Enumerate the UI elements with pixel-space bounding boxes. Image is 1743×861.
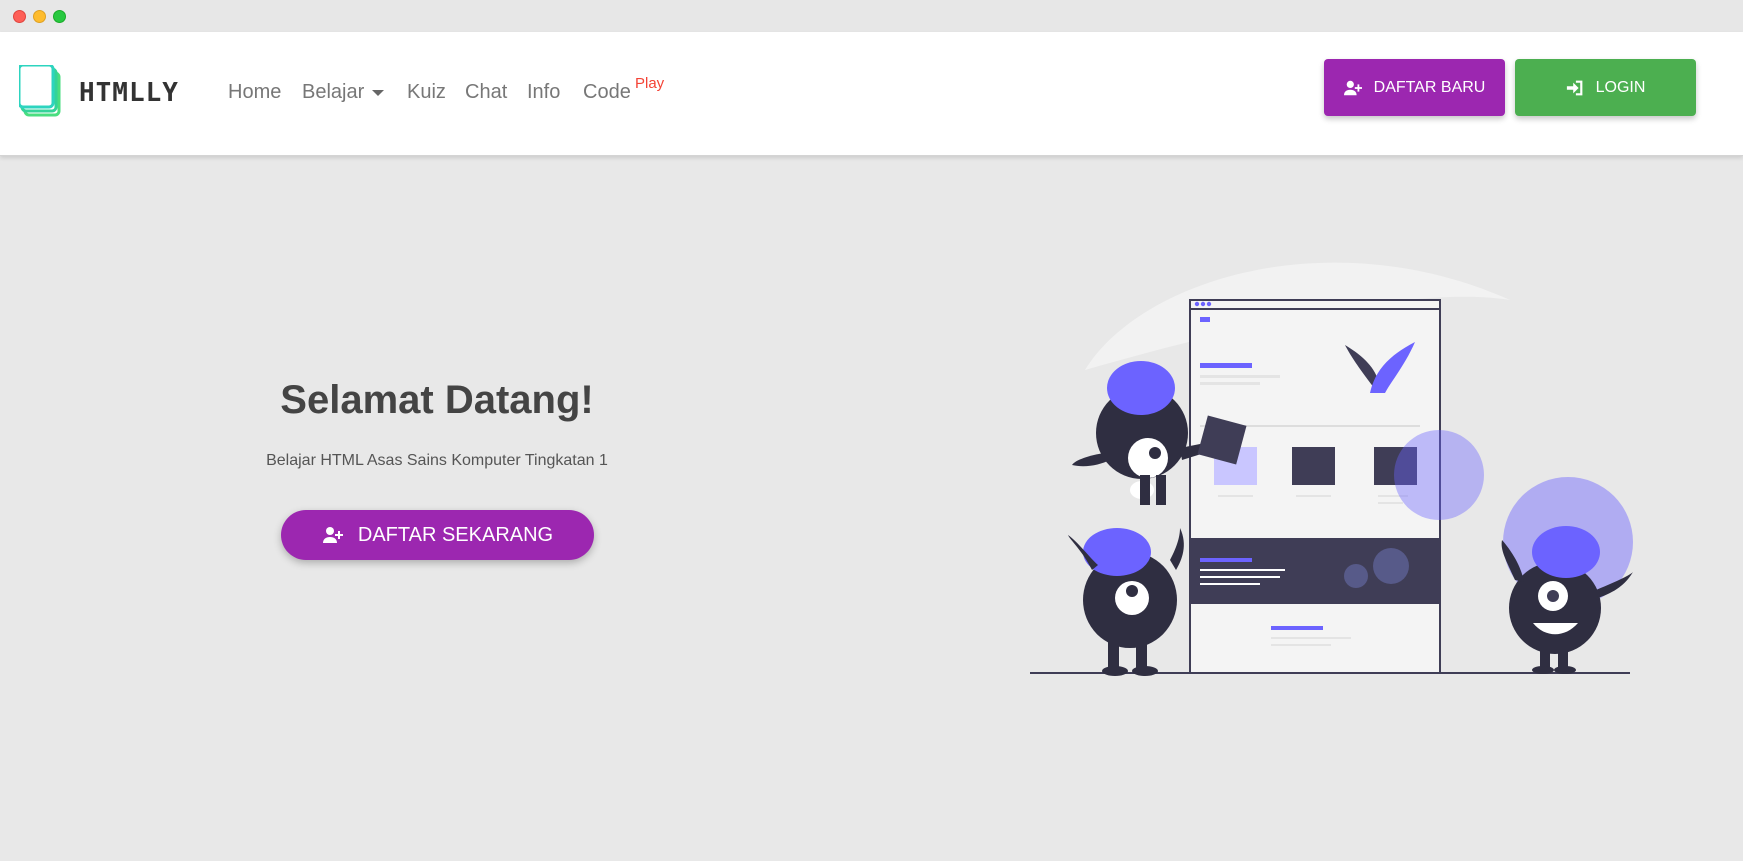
nav-info[interactable]: Info (527, 81, 560, 104)
hero-title: Selamat Datang! (280, 378, 594, 422)
brand-name[interactable]: HTMLLY (79, 78, 179, 108)
maximize-window-button[interactable] (53, 10, 66, 23)
nav-chat[interactable]: Chat (465, 81, 507, 104)
caret-down-icon (372, 89, 385, 96)
close-window-button[interactable] (13, 10, 26, 23)
logo-icon[interactable] (17, 63, 67, 117)
window-titlebar (0, 0, 1743, 32)
login-button[interactable]: LOGIN (1515, 59, 1696, 116)
navbar: HTMLLY Home Belajar Kuiz Chat Info Code … (0, 32, 1743, 156)
minimize-window-button[interactable] (33, 10, 46, 23)
daftar-sekarang-button[interactable]: DAFTAR SEKARANG (281, 510, 594, 560)
user-plus-icon (322, 527, 343, 543)
hero-illustration (1030, 262, 1633, 676)
nav-belajar-dropdown[interactable]: Belajar (302, 81, 385, 104)
user-plus-icon (1343, 80, 1362, 95)
nav-kuiz[interactable]: Kuiz (407, 81, 446, 104)
hero-subtitle: Belajar HTML Asas Sains Komputer Tingkat… (266, 452, 608, 469)
login-label: LOGIN (1595, 78, 1646, 96)
nav-code[interactable]: Code (583, 81, 631, 104)
nav-belajar-label: Belajar (302, 81, 365, 103)
daftar-baru-button[interactable]: DAFTAR BARU (1324, 59, 1505, 116)
daftar-baru-label: DAFTAR BARU (1373, 78, 1486, 96)
play-badge: Play (635, 75, 665, 92)
sign-in-icon (1566, 80, 1582, 95)
daftar-sekarang-label: DAFTAR SEKARANG (357, 523, 554, 546)
nav-home[interactable]: Home (228, 81, 281, 104)
